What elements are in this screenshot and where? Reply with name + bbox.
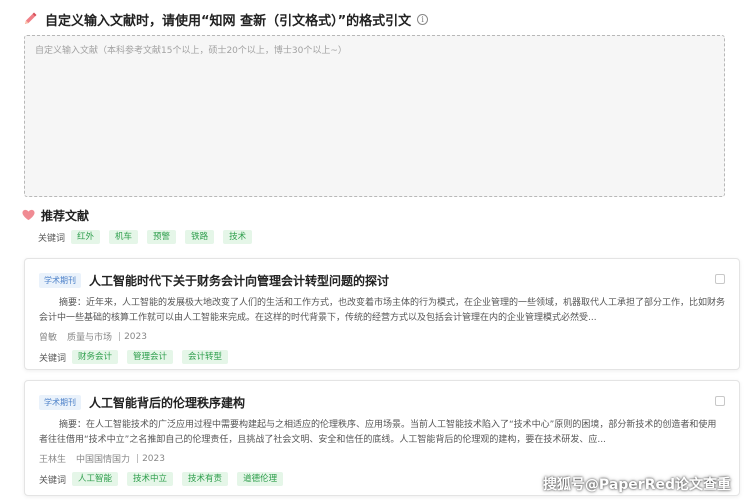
recommend-header: 推荐文献 xyxy=(22,206,89,224)
keyword-tag[interactable]: 预警 xyxy=(147,230,177,244)
paper-keywords: 关键词 财务会计 管理会计 会计转型 xyxy=(39,350,237,364)
custom-input-header: 自定义输入文献时，请使用“知网 查新（引文格式）”的格式引文 i xyxy=(22,8,429,30)
keyword-tag[interactable]: 会计转型 xyxy=(182,350,229,364)
paper-journal[interactable]: 中国国情国力 xyxy=(76,452,130,465)
keyword-tag[interactable]: 技术中立 xyxy=(127,472,174,486)
paper-abstract: 摘要：近年来，人工智能的发展极大地改变了人们的生活和工作方式，也改变着市场主体的… xyxy=(39,298,725,323)
heart-icon xyxy=(22,209,35,221)
keyword-tag[interactable]: 红外 xyxy=(71,230,101,244)
paper-card: 学术期刊 人工智能时代下关于财务会计向管理会计转型问题的探讨 摘要：近年来，人工… xyxy=(24,258,740,370)
keyword-tag[interactable]: 技术 xyxy=(223,230,253,244)
keywords-label: 关键词 xyxy=(39,353,67,364)
paper-keywords: 关键词 人工智能 技术中立 技术有责 道德伦理 xyxy=(39,472,292,486)
paper-author[interactable]: 曾敏 xyxy=(39,330,57,343)
keyword-tag[interactable]: 道德伦理 xyxy=(237,472,284,486)
paper-select-checkbox[interactable] xyxy=(715,274,725,284)
paper-type-badge: 学术期刊 xyxy=(39,395,81,410)
keywords-label: 关键词 xyxy=(38,233,66,244)
keyword-tag[interactable]: 技术有责 xyxy=(182,472,229,486)
partial-item-keywords: 关键词 红外 机车 预警 铁路 技术 xyxy=(38,230,261,244)
paper-abstract: 摘要：在人工智能技术的广泛应用过程中需要构建起与之相适应的伦理秩序、应用场景。当… xyxy=(39,420,717,445)
paper-card-header: 学术期刊 人工智能时代下关于财务会计向管理会计转型问题的探讨 xyxy=(39,272,389,289)
keyword-tag[interactable]: 管理会计 xyxy=(127,350,174,364)
keywords-label: 关键词 xyxy=(39,475,67,486)
paper-select-checkbox[interactable] xyxy=(715,396,725,406)
paper-title[interactable]: 人工智能背后的伦理秩序建构 xyxy=(89,394,245,411)
meta-separator: | xyxy=(136,453,140,464)
paper-title[interactable]: 人工智能时代下关于财务会计向管理会计转型问题的探讨 xyxy=(89,272,389,289)
paper-meta: 曾敏 质量与市场 | 2023 xyxy=(39,330,147,344)
paper-type-badge: 学术期刊 xyxy=(39,273,81,288)
paper-year: 2023 xyxy=(142,453,165,464)
keyword-tag[interactable]: 铁路 xyxy=(185,230,215,244)
custom-reference-input[interactable] xyxy=(24,35,725,197)
paper-meta: 王林生 中国国情国力 | 2023 xyxy=(39,452,165,466)
recommend-title: 推荐文献 xyxy=(41,208,90,223)
paper-card-header: 学术期刊 人工智能背后的伦理秩序建构 xyxy=(39,394,245,411)
paper-journal[interactable]: 质量与市场 xyxy=(67,330,112,343)
paper-year: 2023 xyxy=(124,331,147,342)
paper-author[interactable]: 王林生 xyxy=(39,452,66,465)
watermark: 搜狐号@PaperRed论文查重 xyxy=(542,477,731,493)
pencil-icon xyxy=(25,12,37,24)
custom-input-title: 自定义输入文献时，请使用“知网 查新（引文格式）”的格式引文 xyxy=(45,13,412,29)
keyword-tag[interactable]: 人工智能 xyxy=(72,472,119,486)
meta-separator: | xyxy=(118,331,122,342)
keyword-tag[interactable]: 财务会计 xyxy=(72,350,119,364)
keyword-tag[interactable]: 机车 xyxy=(109,230,139,244)
info-icon[interactable]: i xyxy=(417,13,429,25)
